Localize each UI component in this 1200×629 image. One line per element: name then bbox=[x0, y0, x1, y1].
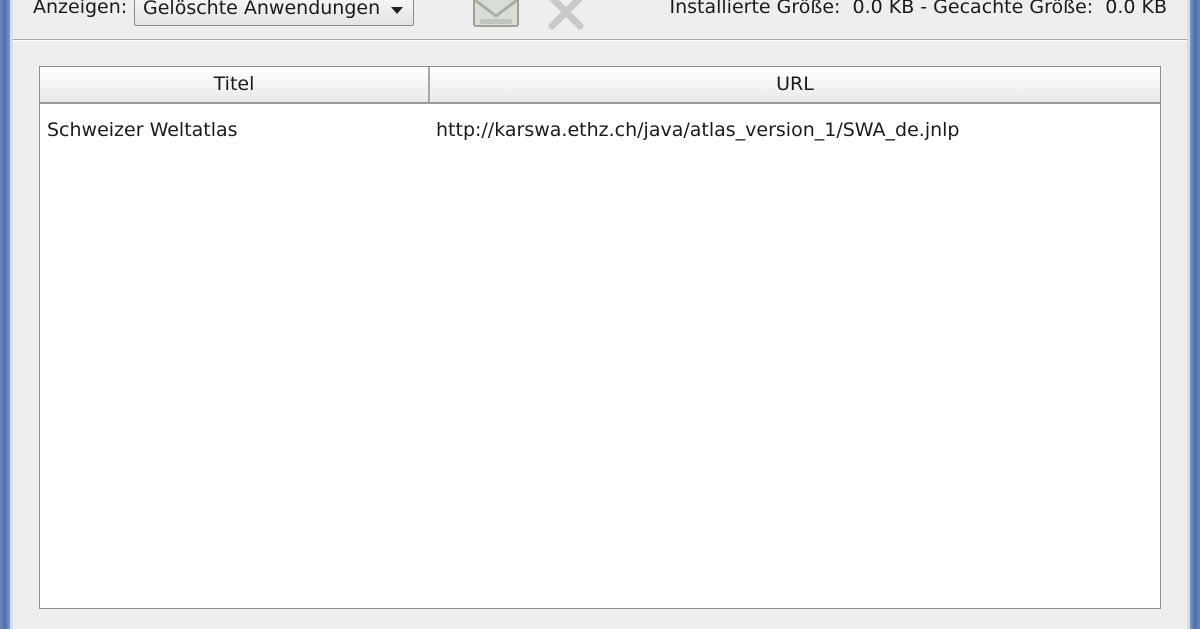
applications-table: Titel URL Schweizer Weltatlas http://kar… bbox=[39, 66, 1161, 609]
column-header-title[interactable]: Titel bbox=[40, 67, 430, 102]
show-filter-value: Gelöschte Anwendungen bbox=[143, 0, 381, 19]
chevron-down-icon[interactable] bbox=[391, 7, 403, 14]
cache-viewer-panel: Anzeigen: Gelöschte Anwendungen Installi… bbox=[13, 0, 1187, 629]
window-frame-left bbox=[0, 0, 13, 629]
delete-x-icon bbox=[548, 0, 584, 30]
window-frame-right bbox=[1187, 0, 1200, 629]
table-row[interactable]: Schweizer Weltatlas http://karswa.ethz.c… bbox=[40, 115, 1160, 145]
column-header-url[interactable]: URL bbox=[430, 67, 1160, 102]
show-label: Anzeigen: bbox=[33, 0, 128, 18]
size-info: Installierte Größe: 0.0 KB - Gecachte Gr… bbox=[669, 0, 1167, 18]
row-url: http://karswa.ethz.ch/java/atlas_version… bbox=[436, 119, 960, 141]
delete-button[interactable] bbox=[540, 0, 592, 30]
toolbar: Anzeigen: Gelöschte Anwendungen Installi… bbox=[13, 0, 1187, 40]
row-title: Schweizer Weltatlas bbox=[47, 119, 238, 141]
install-button[interactable] bbox=[470, 0, 522, 30]
install-shortcut-icon bbox=[473, 0, 519, 27]
table-header: Titel URL bbox=[40, 67, 1160, 104]
show-filter-select[interactable]: Gelöschte Anwendungen bbox=[134, 0, 414, 26]
